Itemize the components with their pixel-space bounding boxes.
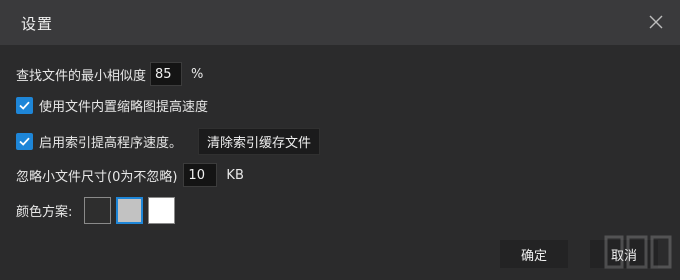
- color-swatch-gray[interactable]: [116, 197, 144, 224]
- color-swatch-white[interactable]: [148, 197, 176, 224]
- use-index-checkbox[interactable]: [16, 133, 33, 150]
- use-index-label: 启用索引提高程序速度。: [39, 136, 183, 151]
- similarity-row: 查找文件的最小相似度 %: [16, 62, 203, 86]
- use-index-row: 启用索引提高程序速度。 清除索引缓存文件: [16, 128, 321, 155]
- ignore-small-input[interactable]: [183, 163, 218, 187]
- title-bar: 设置: [0, 0, 680, 45]
- ok-button[interactable]: 确定: [500, 240, 568, 268]
- close-icon: [649, 15, 663, 29]
- similarity-label: 查找文件的最小相似度: [16, 68, 147, 84]
- clear-index-button[interactable]: 清除索引缓存文件: [198, 128, 321, 155]
- ignore-small-unit: KB: [226, 167, 244, 183]
- ignore-small-label: 忽略小文件尺寸(0为不忽略): [16, 169, 178, 185]
- use-thumbnail-checkbox[interactable]: [16, 97, 33, 114]
- color-scheme-label: 颜色方案:: [16, 205, 73, 220]
- ignore-small-row: 忽略小文件尺寸(0为不忽略) KB: [16, 163, 244, 187]
- use-thumbnail-label: 使用文件内置缩略图提高速度: [39, 100, 209, 115]
- similarity-unit: %: [191, 66, 204, 82]
- similarity-input[interactable]: [150, 62, 183, 86]
- check-icon: [19, 101, 30, 110]
- dialog-title: 设置: [21, 15, 54, 33]
- color-swatch-dark[interactable]: [84, 197, 112, 224]
- color-scheme-row: 颜色方案:: [16, 197, 180, 224]
- watermark-logo: [604, 233, 674, 277]
- use-thumbnail-row[interactable]: 使用文件内置缩略图提高速度: [16, 96, 208, 115]
- check-icon: [19, 137, 30, 146]
- close-button[interactable]: [644, 10, 668, 34]
